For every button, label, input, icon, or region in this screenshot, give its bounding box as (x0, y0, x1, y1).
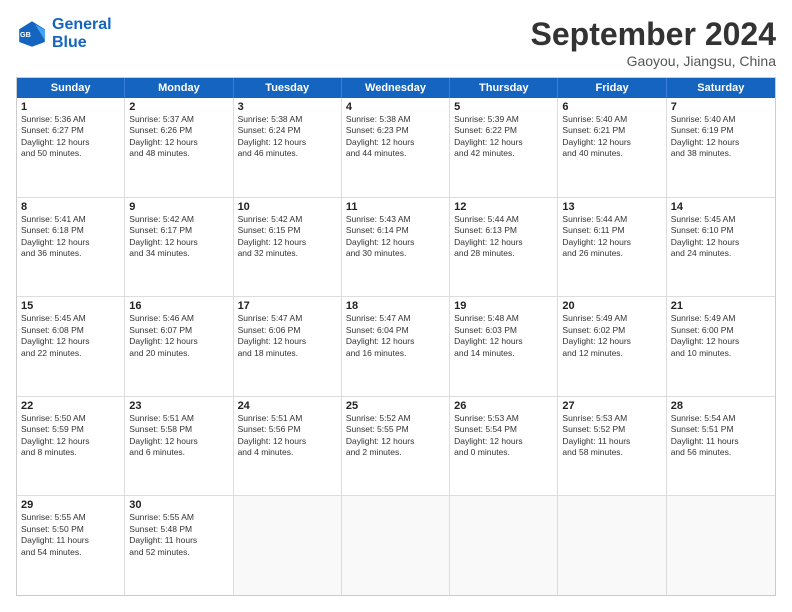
logo-icon: GB (16, 18, 48, 50)
cal-row-5: 29 Sunrise: 5:55 AMSunset: 5:50 PMDaylig… (17, 496, 775, 595)
cell-14: 14 Sunrise: 5:45 AMSunset: 6:10 PMDaylig… (667, 198, 775, 297)
cell-20: 20 Sunrise: 5:49 AMSunset: 6:02 PMDaylig… (558, 297, 666, 396)
cell-23: 23 Sunrise: 5:51 AMSunset: 5:58 PMDaylig… (125, 397, 233, 496)
cell-18: 18 Sunrise: 5:47 AMSunset: 6:04 PMDaylig… (342, 297, 450, 396)
logo-blue: Blue (52, 34, 112, 52)
svg-text:GB: GB (20, 30, 31, 39)
cell-12: 12 Sunrise: 5:44 AMSunset: 6:13 PMDaylig… (450, 198, 558, 297)
cell-1: 1 Sunrise: 5:36 AMSunset: 6:27 PMDayligh… (17, 98, 125, 197)
cell-26: 26 Sunrise: 5:53 AMSunset: 5:54 PMDaylig… (450, 397, 558, 496)
cell-17: 17 Sunrise: 5:47 AMSunset: 6:06 PMDaylig… (234, 297, 342, 396)
header-friday: Friday (558, 78, 666, 98)
calendar: Sunday Monday Tuesday Wednesday Thursday… (16, 77, 776, 596)
cal-row-4: 22 Sunrise: 5:50 AMSunset: 5:59 PMDaylig… (17, 397, 775, 497)
logo-text: General Blue (52, 16, 112, 52)
cal-row-2: 8 Sunrise: 5:41 AMSunset: 6:18 PMDayligh… (17, 198, 775, 298)
header-monday: Monday (125, 78, 233, 98)
cell-28: 28 Sunrise: 5:54 AMSunset: 5:51 PMDaylig… (667, 397, 775, 496)
cell-19: 19 Sunrise: 5:48 AMSunset: 6:03 PMDaylig… (450, 297, 558, 396)
cell-9: 9 Sunrise: 5:42 AMSunset: 6:17 PMDayligh… (125, 198, 233, 297)
cell-16: 16 Sunrise: 5:46 AMSunset: 6:07 PMDaylig… (125, 297, 233, 396)
header-tuesday: Tuesday (234, 78, 342, 98)
cell-empty-4 (558, 496, 666, 595)
cell-6: 6 Sunrise: 5:40 AMSunset: 6:21 PMDayligh… (558, 98, 666, 197)
cell-empty-3 (450, 496, 558, 595)
logo: GB General Blue (16, 16, 112, 52)
cell-25: 25 Sunrise: 5:52 AMSunset: 5:55 PMDaylig… (342, 397, 450, 496)
cell-2: 2 Sunrise: 5:37 AMSunset: 6:26 PMDayligh… (125, 98, 233, 197)
cell-10: 10 Sunrise: 5:42 AMSunset: 6:15 PMDaylig… (234, 198, 342, 297)
cell-29: 29 Sunrise: 5:55 AMSunset: 5:50 PMDaylig… (17, 496, 125, 595)
cell-13: 13 Sunrise: 5:44 AMSunset: 6:11 PMDaylig… (558, 198, 666, 297)
cell-4: 4 Sunrise: 5:38 AMSunset: 6:23 PMDayligh… (342, 98, 450, 197)
cell-15: 15 Sunrise: 5:45 AMSunset: 6:08 PMDaylig… (17, 297, 125, 396)
cal-row-1: 1 Sunrise: 5:36 AMSunset: 6:27 PMDayligh… (17, 98, 775, 198)
calendar-body: 1 Sunrise: 5:36 AMSunset: 6:27 PMDayligh… (17, 98, 775, 595)
month-title: September 2024 (531, 16, 776, 53)
cell-5: 5 Sunrise: 5:39 AMSunset: 6:22 PMDayligh… (450, 98, 558, 197)
cell-22: 22 Sunrise: 5:50 AMSunset: 5:59 PMDaylig… (17, 397, 125, 496)
cell-11: 11 Sunrise: 5:43 AMSunset: 6:14 PMDaylig… (342, 198, 450, 297)
cell-empty-1 (234, 496, 342, 595)
page: GB General Blue September 2024 Gaoyou, J… (0, 0, 792, 612)
cell-24: 24 Sunrise: 5:51 AMSunset: 5:56 PMDaylig… (234, 397, 342, 496)
cell-27: 27 Sunrise: 5:53 AMSunset: 5:52 PMDaylig… (558, 397, 666, 496)
cell-7: 7 Sunrise: 5:40 AMSunset: 6:19 PMDayligh… (667, 98, 775, 197)
cell-empty-5 (667, 496, 775, 595)
cell-empty-2 (342, 496, 450, 595)
cell-8: 8 Sunrise: 5:41 AMSunset: 6:18 PMDayligh… (17, 198, 125, 297)
cell-3: 3 Sunrise: 5:38 AMSunset: 6:24 PMDayligh… (234, 98, 342, 197)
title-block: September 2024 Gaoyou, Jiangsu, China (531, 16, 776, 69)
cell-21: 21 Sunrise: 5:49 AMSunset: 6:00 PMDaylig… (667, 297, 775, 396)
calendar-header: Sunday Monday Tuesday Wednesday Thursday… (17, 78, 775, 98)
location-subtitle: Gaoyou, Jiangsu, China (531, 53, 776, 69)
header-wednesday: Wednesday (342, 78, 450, 98)
cell-30: 30 Sunrise: 5:55 AMSunset: 5:48 PMDaylig… (125, 496, 233, 595)
header-saturday: Saturday (667, 78, 775, 98)
logo-general: General (52, 16, 112, 33)
cal-row-3: 15 Sunrise: 5:45 AMSunset: 6:08 PMDaylig… (17, 297, 775, 397)
header: GB General Blue September 2024 Gaoyou, J… (16, 16, 776, 69)
header-thursday: Thursday (450, 78, 558, 98)
header-sunday: Sunday (17, 78, 125, 98)
